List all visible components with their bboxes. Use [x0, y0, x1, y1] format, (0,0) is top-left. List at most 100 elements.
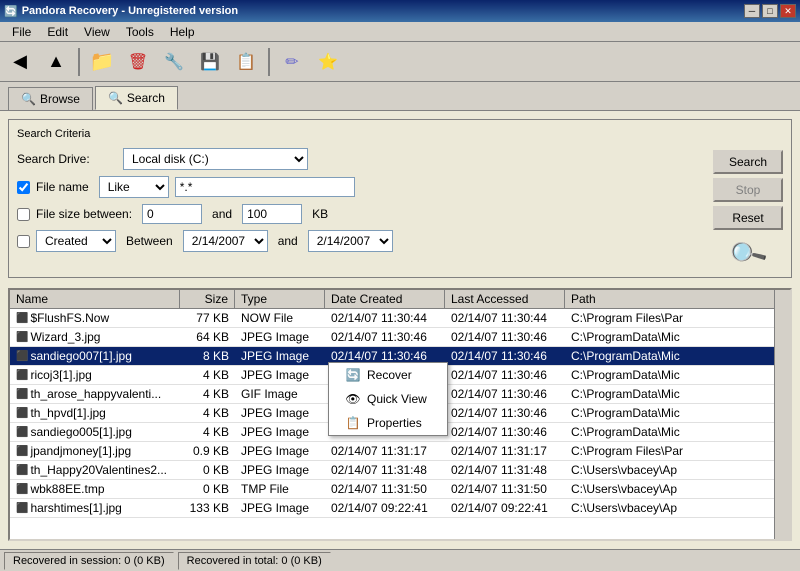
cell-accessed: 02/14/07 11:31:50 [445, 481, 565, 497]
tab-area: 🔍 Browse 🔍 Search [0, 82, 800, 111]
filesize-and: and [212, 207, 232, 221]
cell-name: ⬛ th_Happy20Valentines2... [10, 462, 180, 478]
context-quickview[interactable]: 👁 Quick View [329, 387, 447, 411]
cell-size: 4 KB [180, 424, 235, 440]
menu-tools[interactable]: Tools [118, 23, 162, 41]
close-button[interactable]: ✕ [780, 4, 796, 18]
tab-browse[interactable]: 🔍 Browse [8, 87, 93, 110]
cell-name: ⬛ th_hpvd[1].jpg [10, 405, 180, 421]
row-icon: ⬛ [16, 351, 28, 362]
cell-type: JPEG Image [235, 367, 325, 383]
table-row[interactable]: ⬛ th_Happy20Valentines2... 0 KB JPEG Ima… [10, 461, 790, 480]
cell-size: 77 KB [180, 310, 235, 326]
table-header: Name Size Type Date Created Last Accesse… [10, 290, 790, 309]
cell-size: 0 KB [180, 462, 235, 478]
minimize-button[interactable]: ─ [744, 4, 760, 18]
col-size-header[interactable]: Size [180, 290, 235, 308]
context-recover-label: Recover [367, 368, 412, 382]
col-date-header[interactable]: Date Created [325, 290, 445, 308]
cell-path: C:\ProgramData\Mic [565, 367, 790, 383]
status-session: Recovered in session: 0 (0 KB) [4, 552, 174, 570]
star-button[interactable]: ⭐ [312, 46, 344, 78]
col-name-header[interactable]: Name [10, 290, 180, 308]
row-icon: ⬛ [16, 332, 28, 343]
tools-button[interactable]: 🔧 [158, 46, 190, 78]
cell-accessed: 02/14/07 11:30:46 [445, 386, 565, 402]
table-row[interactable]: ⬛ $FlushFS.Now 77 KB NOW File 02/14/07 1… [10, 309, 790, 328]
cell-size: 0 KB [180, 481, 235, 497]
menu-edit[interactable]: Edit [39, 23, 76, 41]
menu-help[interactable]: Help [162, 23, 203, 41]
note-button[interactable]: 📋 [230, 46, 262, 78]
col-path-header[interactable]: Path [565, 290, 790, 308]
row-icon: ⬛ [16, 389, 28, 400]
cell-accessed: 02/14/07 11:30:46 [445, 329, 565, 345]
filesize-checkbox[interactable] [17, 208, 30, 221]
table-row[interactable]: ⬛ wbk88EE.tmp 0 KB TMP File 02/14/07 11:… [10, 480, 790, 499]
row-icon: ⬛ [16, 313, 28, 324]
cell-size: 8 KB [180, 348, 235, 364]
tab-search[interactable]: 🔍 Search [95, 86, 178, 110]
search-left: Search Drive: Local disk (C:) File name … [17, 148, 705, 269]
cell-path: C:\ProgramData\Mic [565, 405, 790, 421]
pencil-button[interactable]: ✏ [276, 46, 308, 78]
date-to-select[interactable]: 2/14/2007 [308, 230, 393, 252]
filesize-min-input[interactable] [142, 204, 202, 224]
cell-size: 4 KB [180, 367, 235, 383]
filesize-max-input[interactable] [242, 204, 302, 224]
menu-file[interactable]: File [4, 23, 39, 41]
context-recover[interactable]: 🔄 Recover [329, 363, 447, 387]
up-button[interactable]: ▲ [40, 46, 72, 78]
row-icon: ⬛ [16, 370, 28, 381]
toolbar: ◀ ▲ 📁 🗑 🔧 💾 📋 ✏ ⭐ [0, 42, 800, 82]
search-button[interactable]: Search [713, 150, 783, 174]
scrollbar[interactable] [774, 290, 790, 539]
cell-name: ⬛ harshtimes[1].jpg [10, 500, 180, 516]
browse-tab-icon: 🔍 [21, 92, 36, 106]
row-icon: ⬛ [16, 408, 28, 419]
filename-pattern-input[interactable] [175, 177, 355, 197]
title-bar-controls: ─ □ ✕ [744, 4, 796, 18]
cell-name: ⬛ sandiego005[1].jpg [10, 424, 180, 440]
stop-button[interactable]: Stop [713, 178, 783, 202]
row-icon: ⬛ [16, 484, 28, 495]
drive-row: Search Drive: Local disk (C:) [17, 148, 705, 170]
date-checkbox[interactable] [17, 235, 30, 248]
content-area: Search Criteria Search Drive: Local disk… [0, 111, 800, 549]
filename-match-select[interactable]: Like [99, 176, 169, 198]
cell-accessed: 02/14/07 11:30:44 [445, 310, 565, 326]
back-button[interactable]: ◀ [4, 46, 36, 78]
cell-path: C:\Users\vbacey\Ap [565, 481, 790, 497]
date-from-select[interactable]: 2/14/2007 [183, 230, 268, 252]
status-bar: Recovered in session: 0 (0 KB) Recovered… [0, 549, 800, 571]
cell-type: JPEG Image [235, 348, 325, 364]
properties-icon: 📋 [345, 415, 361, 431]
cell-type: JPEG Image [235, 443, 325, 459]
search-magnifier-icon: 🔍 [726, 232, 770, 275]
filename-checkbox[interactable] [17, 181, 30, 194]
cell-date: 02/14/07 11:30:44 [325, 310, 445, 326]
app-icon: 🔄 [4, 5, 18, 18]
row-icon: ⬛ [16, 446, 28, 457]
cell-name: ⬛ ricoj3[1].jpg [10, 367, 180, 383]
toolbar-separator-1 [78, 48, 80, 76]
title-bar-text: 🔄 Pandora Recovery - Unregistered versio… [4, 5, 238, 18]
open-button[interactable]: 📁 [86, 46, 118, 78]
table-row[interactable]: ⬛ Wizard_3.jpg 64 KB JPEG Image 02/14/07… [10, 328, 790, 347]
table-row[interactable]: ⬛ harshtimes[1].jpg 133 KB JPEG Image 02… [10, 499, 790, 518]
disk-button[interactable]: 💾 [194, 46, 226, 78]
row-icon: ⬛ [16, 503, 28, 514]
context-properties[interactable]: 📋 Properties [329, 411, 447, 435]
col-accessed-header[interactable]: Last Accessed [445, 290, 565, 308]
menu-view[interactable]: View [76, 23, 118, 41]
drive-select[interactable]: Local disk (C:) [123, 148, 308, 170]
delete-button[interactable]: 🗑 [122, 46, 154, 78]
date-type-select[interactable]: Created [36, 230, 116, 252]
app-window: 🔄 Pandora Recovery - Unregistered versio… [0, 0, 800, 571]
reset-button[interactable]: Reset [713, 206, 783, 230]
table-row[interactable]: ⬛ jpandjmoney[1].jpg 0.9 KB JPEG Image 0… [10, 442, 790, 461]
maximize-button[interactable]: □ [762, 4, 778, 18]
cell-size: 64 KB [180, 329, 235, 345]
col-type-header[interactable]: Type [235, 290, 325, 308]
cell-path: C:\ProgramData\Mic [565, 348, 790, 364]
